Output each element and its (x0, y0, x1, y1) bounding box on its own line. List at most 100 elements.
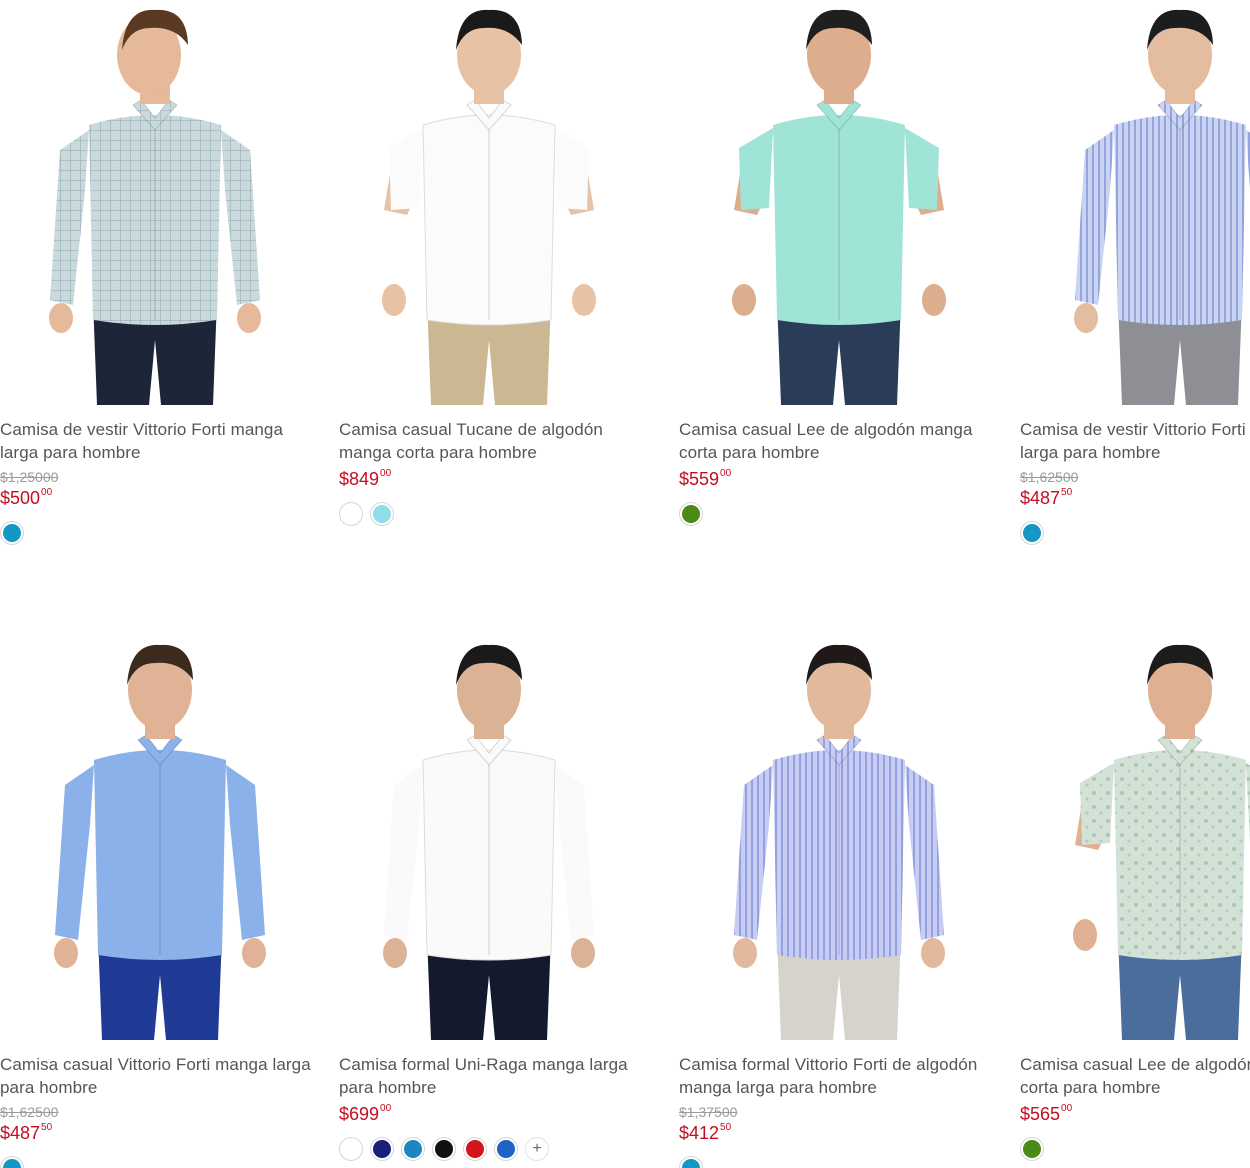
sale-price: $41250 (679, 1122, 732, 1143)
right-hand (571, 938, 595, 968)
product-image[interactable] (0, 635, 320, 1040)
product-title[interactable]: Camisa casual Vittorio Forti manga larga… (0, 1053, 320, 1099)
left-hand (54, 938, 78, 968)
model-photo (382, 9, 596, 405)
color-swatch-dot (497, 1140, 515, 1158)
left-arm (734, 765, 773, 940)
left-hand (383, 938, 407, 968)
model-photo (54, 644, 266, 1040)
color-swatch-dot (342, 505, 360, 523)
left-sleeve (739, 128, 773, 210)
color-swatch-dot (373, 505, 391, 523)
color-swatch[interactable] (679, 502, 703, 526)
product-image[interactable] (679, 0, 999, 405)
left-arm (384, 765, 423, 940)
product-card[interactable]: Camisa formal Uni-Raga manga larga para … (339, 635, 659, 1168)
sale-price: $55900 (679, 468, 732, 489)
sale-price: $50000 (0, 487, 53, 508)
color-swatch[interactable] (1020, 1137, 1044, 1161)
sale-price: $48750 (0, 1122, 53, 1143)
model-photo (732, 9, 946, 405)
color-swatch[interactable] (463, 1137, 487, 1161)
product-card[interactable]: Camisa formal Vittorio Forti de algodón … (679, 635, 999, 1168)
product-title[interactable]: Camisa casual Tucane de algodón manga co… (339, 418, 659, 464)
original-price: $1,62500 (0, 1104, 59, 1120)
color-swatch[interactable] (432, 1137, 456, 1161)
color-swatches (0, 521, 24, 545)
left-hand (382, 284, 406, 316)
product-title[interactable]: Camisa formal Vittorio Forti de algodón … (679, 1053, 999, 1099)
color-swatches (679, 1156, 703, 1168)
color-swatch-dot (3, 524, 21, 542)
color-swatch[interactable] (370, 1137, 394, 1161)
right-hand (921, 938, 945, 968)
product-image[interactable] (339, 0, 659, 405)
product-title[interactable]: Camisa de vestir Vittorio Forti manga la… (0, 418, 320, 464)
left-arm (50, 130, 89, 305)
model-photo (1073, 644, 1250, 1040)
color-swatch[interactable] (494, 1137, 518, 1161)
color-swatch[interactable] (339, 1137, 363, 1161)
left-sleeve (389, 128, 423, 210)
color-swatch[interactable] (1020, 521, 1044, 545)
product-image[interactable] (0, 0, 320, 405)
model-photo (1074, 9, 1250, 405)
product-title[interactable]: Camisa de vestir Vittorio Forti manga la… (1020, 418, 1250, 464)
product-card[interactable]: Camisa casual Lee de algodón manga corta… (679, 0, 999, 560)
original-price: $1,37500 (679, 1104, 738, 1120)
right-sleeve (905, 128, 939, 210)
product-title[interactable]: Camisa casual Lee de algodón manga corta… (679, 418, 999, 464)
color-swatches (339, 502, 394, 526)
product-card[interactable]: Camisa de vestir Vittorio Forti manga la… (0, 0, 320, 560)
sale-price: $48750 (1020, 487, 1073, 508)
color-swatches (0, 1156, 24, 1168)
left-sleeve (1080, 763, 1114, 845)
left-hand (732, 284, 756, 316)
color-swatch[interactable] (370, 502, 394, 526)
right-hand (572, 284, 596, 316)
color-swatches (679, 502, 703, 526)
product-image[interactable] (1020, 635, 1250, 1040)
left-arm (1075, 130, 1114, 305)
color-swatch-dot (404, 1140, 422, 1158)
more-colors-button[interactable]: + (525, 1137, 549, 1161)
product-title[interactable]: Camisa formal Uni-Raga manga larga para … (339, 1053, 659, 1099)
right-hand (242, 938, 266, 968)
left-hand (49, 303, 73, 333)
original-price: $1,25000 (0, 469, 59, 485)
color-swatch-dot (682, 505, 700, 523)
right-sleeve (1246, 763, 1250, 843)
right-sleeve (555, 128, 589, 210)
color-swatch-dot (373, 1140, 391, 1158)
product-image[interactable] (339, 635, 659, 1040)
sale-price: $84900 (339, 468, 392, 489)
product-image[interactable] (679, 635, 999, 1040)
right-hand (922, 284, 946, 316)
product-card[interactable]: Camisa de vestir Vittorio Forti manga la… (1020, 0, 1250, 560)
model-photo (49, 9, 261, 405)
color-swatches (1020, 521, 1044, 545)
sale-price: $69900 (339, 1103, 392, 1124)
sale-price: $56500 (1020, 1103, 1073, 1124)
color-swatches: + (339, 1137, 549, 1161)
color-swatch-dot (1023, 524, 1041, 542)
product-card[interactable]: Camisa casual Lee de algodón manga corta… (1020, 635, 1250, 1168)
left-hand (733, 938, 757, 968)
right-arm (221, 130, 260, 305)
product-card[interactable]: Camisa casual Vittorio Forti manga larga… (0, 635, 320, 1168)
color-swatches (1020, 1137, 1044, 1161)
product-card[interactable]: Camisa casual Tucane de algodón manga co… (339, 0, 659, 560)
right-hand (237, 303, 261, 333)
color-swatch-dot (3, 1159, 21, 1168)
product-title[interactable]: Camisa casual Lee de algodón manga corta… (1020, 1053, 1250, 1099)
color-swatch[interactable] (401, 1137, 425, 1161)
left-hand (1074, 303, 1098, 333)
color-swatch[interactable] (679, 1156, 703, 1168)
color-swatch-dot (466, 1140, 484, 1158)
color-swatch-dot (342, 1140, 360, 1158)
color-swatch[interactable] (339, 502, 363, 526)
color-swatch[interactable] (0, 1156, 24, 1168)
color-swatch[interactable] (0, 521, 24, 545)
product-image[interactable] (1020, 0, 1250, 405)
right-arm (555, 765, 594, 940)
